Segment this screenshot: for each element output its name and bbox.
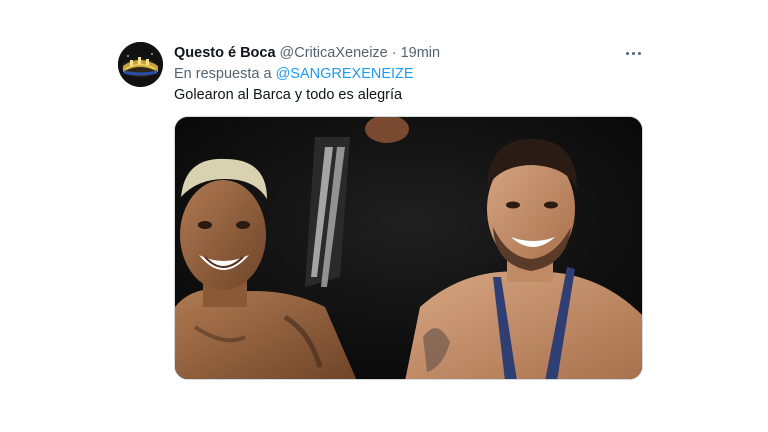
tweet: Questo é Boca @CriticaXeneize · 19min En…	[0, 0, 768, 432]
avatar-image	[118, 42, 163, 87]
reply-mention-link[interactable]: @SANGREXENEIZE	[276, 66, 414, 82]
photo-media	[175, 117, 642, 379]
more-dot	[637, 51, 641, 55]
timestamp[interactable]: 19min	[401, 44, 441, 62]
tweet-text: Golearon al Barca y todo es alegría	[174, 87, 403, 103]
more-horizontal-icon	[625, 51, 629, 55]
avatar[interactable]	[118, 42, 163, 87]
more-options-button[interactable]	[620, 44, 646, 62]
user-handle[interactable]: @CriticaXeneize	[280, 44, 388, 62]
display-name[interactable]: Questo é Boca	[174, 44, 276, 62]
more-dot	[631, 51, 635, 55]
tweet-header: Questo é Boca @CriticaXeneize · 19min	[174, 44, 440, 62]
tweet-photo[interactable]	[174, 116, 643, 380]
separator-dot: ·	[391, 45, 397, 61]
reply-context: En respuesta a @SANGREXENEIZE	[174, 65, 414, 83]
reply-prefix: En respuesta a	[174, 66, 272, 82]
